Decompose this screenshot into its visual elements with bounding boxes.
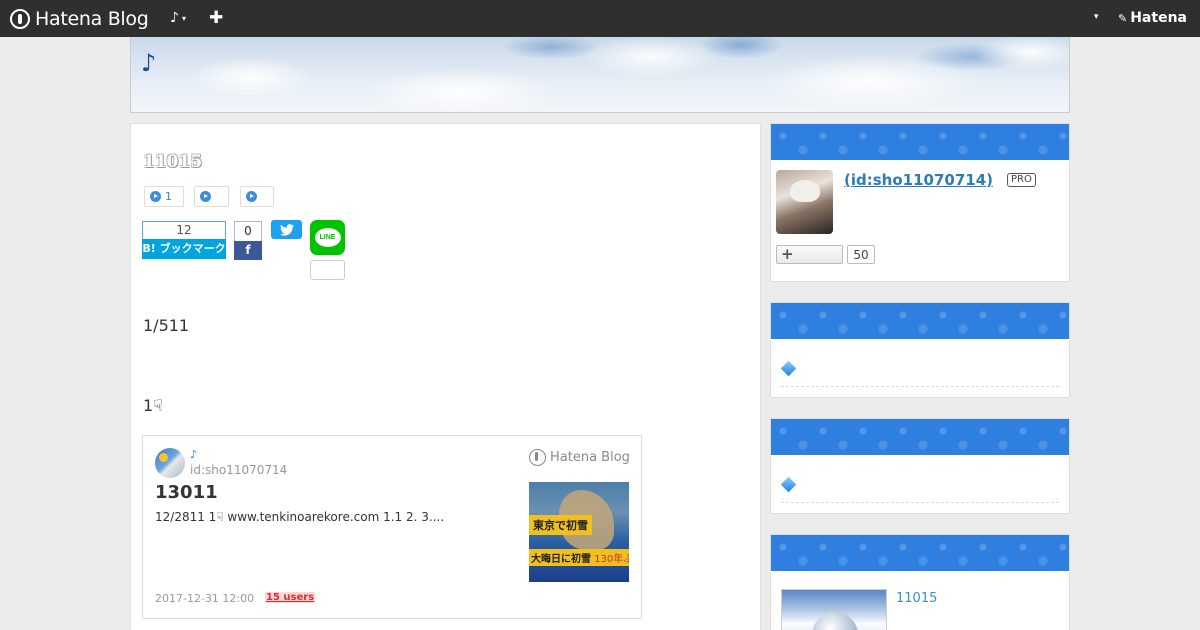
twitter-bird-icon [279,223,294,236]
star-play-icon [150,191,161,202]
star-play-icon [200,191,211,202]
entry-paragraph: 1☟ [143,396,163,415]
module-header [771,124,1069,160]
facebook-share-button[interactable]: f [234,241,262,260]
embed-blog-title[interactable]: ♪ [190,448,197,461]
sidebar-module [770,418,1070,514]
profile-id-link[interactable]: (id:sho11070714) [844,171,993,189]
diamond-bullet-icon[interactable] [780,476,797,493]
embedded-blog-card[interactable]: ♪ id:sho11070714 Hatena Blog 13011 12/28… [142,435,642,619]
embed-hatena-blog-logo[interactable]: Hatena Blog [529,449,630,466]
embed-thumbnail[interactable]: 東京で初雪 大晦日に初雪 130年ぶり [529,482,629,582]
blog-header-banner: ♪ [130,37,1070,113]
sidebar-module [770,302,1070,398]
line-share-button[interactable]: LINE [310,220,345,255]
entry-title[interactable]: 11015 [143,152,202,172]
facebook-share-count[interactable]: 0 [234,221,262,241]
embed-description: 12/2811 1☟ www.tenkinoarekore.com 1.1 2.… [155,510,445,524]
diamond-bullet-icon[interactable] [780,360,797,377]
line-share-count[interactable] [310,260,345,280]
chevron-down-icon: ▾ [181,13,186,23]
blog-title[interactable]: ♪ [141,49,156,77]
sidebar-recent-entries-module: 11015 [770,534,1070,630]
module-header [771,419,1069,455]
module-header [771,535,1069,571]
thumbnail-caption-bottom-b: 130年ぶり [594,554,629,565]
embed-entry-title[interactable]: 13011 [155,482,218,503]
embed-user-id[interactable]: id:sho11070714 [190,463,287,477]
divider [781,502,1059,503]
embed-date: 2017-12-31 12:00 [155,592,255,605]
follow-button[interactable]: + [776,245,843,264]
star-button[interactable] [194,186,229,207]
star-play-icon [246,191,257,202]
star-count: 1 [165,190,172,203]
module-header [771,303,1069,339]
entry-paragraph: 1/511 [143,316,190,335]
embed-brand-text: Hatena Blog [550,450,630,465]
hatena-mark-icon: ✎ [1118,11,1128,25]
entry-article: 11015 1 12 B! ブックマーク 0 f LINE 1/511 1☟ ♪… [130,123,761,630]
my-blogs-menu[interactable]: ♪ ▾ [170,10,186,26]
hatena-label: Hatena [1130,10,1187,26]
sidebar-profile-module: (id:sho11070714) PRO + 50 [770,123,1070,282]
thumbnail-caption-bottom: 大晦日に初雪 130年ぶり [529,549,629,566]
recent-entry-link[interactable]: 11015 [896,591,937,606]
facebook-icon: f [245,243,251,257]
thumbnail-caption-top: 東京で初雪 [529,515,592,535]
pro-badge: PRO [1007,173,1036,187]
divider [781,386,1059,387]
hatebu-count[interactable]: 12 [142,221,226,239]
twitter-share-button[interactable] [271,220,302,239]
thumbnail-caption-bottom-a: 大晦日に初雪 [531,554,591,565]
music-note-icon: ♪ [170,10,179,26]
line-icon: LINE [314,228,341,247]
hatebu-bookmark-button[interactable]: B! ブックマーク [142,239,226,259]
follower-count: 50 [847,245,875,264]
plus-icon: + [781,245,794,263]
embed-bookmark-users[interactable]: 15 users [265,592,316,603]
star-button[interactable]: 1 [144,186,184,207]
hatena-logo-icon [10,9,30,29]
hatena-blog-logo[interactable]: Hatena Blog [10,8,149,30]
global-header: Hatena Blog ♪ ▾ ✚ ▾ ✎ Hatena [0,0,1200,37]
avatar[interactable] [155,448,185,478]
user-menu-chevron-icon[interactable]: ▾ [1094,12,1099,22]
hatena-home-link[interactable]: ✎ Hatena [1118,10,1187,26]
logo-text: Hatena Blog [35,8,149,30]
star-button[interactable] [240,186,274,207]
recent-entry-thumbnail[interactable] [781,589,887,630]
avatar[interactable] [776,170,833,234]
new-post-button[interactable]: ✚ [209,8,223,28]
hatena-logo-icon [529,449,546,466]
